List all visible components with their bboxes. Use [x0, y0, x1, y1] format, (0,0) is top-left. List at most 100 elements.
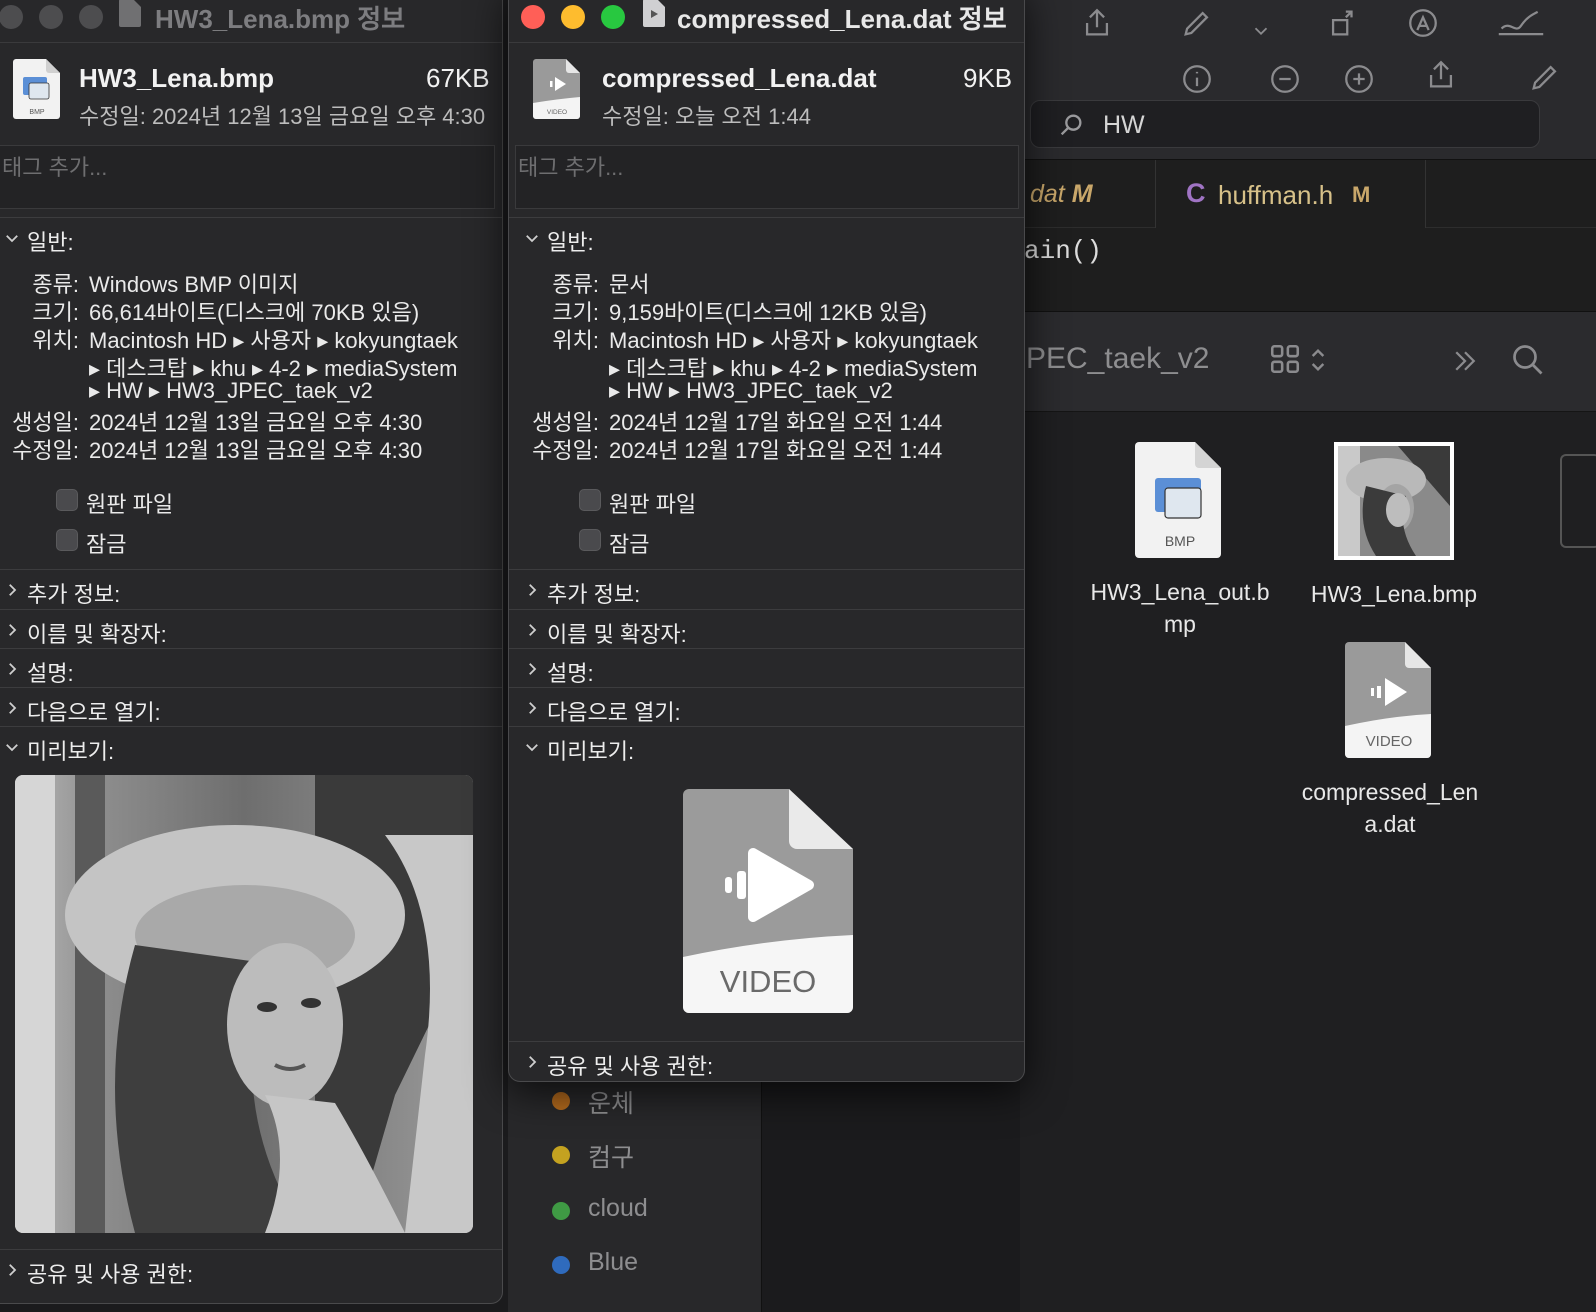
file-item-hw3-lena[interactable]: HW3_Lena.bmp	[1296, 442, 1492, 610]
finder-toolbar: PEC_taek_v2	[1020, 312, 1596, 412]
section-sharing[interactable]: 공유 및 사용 권한:	[0, 1253, 502, 1291]
info-window-dat: compressed_Lena.dat 정보 VIDEO compressed_…	[508, 0, 1025, 1082]
more-chevrons-icon[interactable]	[1450, 346, 1480, 376]
section-open-with[interactable]: 다음으로 열기:	[509, 691, 1024, 729]
tag-color-dot	[552, 1146, 570, 1164]
chevron-right-icon	[529, 584, 537, 596]
pencil-icon[interactable]	[1180, 6, 1214, 40]
stationery-checkbox[interactable]: 원판 파일	[579, 487, 779, 517]
section-name-extension[interactable]: 이름 및 확장자:	[509, 613, 1024, 651]
section-comments[interactable]: 설명:	[0, 652, 502, 690]
tags-field[interactable]: 태그 추가...	[0, 145, 495, 209]
close-button[interactable]	[0, 5, 23, 29]
search-input[interactable]: HW	[1103, 111, 1145, 140]
tag-color-dot	[552, 1202, 570, 1220]
file-size: 9KB	[963, 63, 1013, 93]
chevron-down-icon	[6, 744, 18, 752]
code-editor[interactable]: ain()	[1020, 228, 1596, 312]
tags-placeholder: 태그 추가...	[2, 155, 108, 180]
modified-date: 수정일: 오늘 오전 1:44	[602, 104, 811, 129]
minimize-button[interactable]	[39, 5, 63, 29]
search-icon[interactable]	[1510, 342, 1546, 378]
chevron-down-icon[interactable]	[1250, 14, 1272, 48]
bmp-file-icon: BMP	[1135, 442, 1221, 558]
close-button[interactable]	[521, 5, 545, 29]
svg-text:VIDEO: VIDEO	[547, 109, 567, 116]
bmp-file-icon: BMP	[13, 59, 60, 119]
document-icon	[119, 0, 141, 27]
section-sharing[interactable]: 공유 및 사용 권한:	[509, 1045, 1024, 1081]
file-name: compressed_Len	[1301, 779, 1479, 805]
zoom-in-icon[interactable]	[1342, 62, 1376, 96]
chevron-down-icon	[526, 235, 538, 243]
file-item-hw3-lena-out[interactable]: BMP HW3_Lena_out.b mp	[1080, 442, 1280, 640]
grid-view-icon[interactable]	[1268, 342, 1302, 376]
where-continued: ▸ HW ▸ HW3_JPEC_taek_v2	[89, 378, 373, 403]
lena-thumbnail	[1334, 442, 1454, 560]
zoom-out-icon[interactable]	[1268, 62, 1302, 96]
image-preview	[15, 775, 473, 1233]
section-general[interactable]: 일반:	[509, 221, 1024, 259]
share-icon[interactable]	[1080, 6, 1114, 40]
tab-dat[interactable]: dat M	[1020, 160, 1156, 228]
locked-checkbox[interactable]: 잠금	[56, 527, 256, 557]
search-field[interactable]: HW	[1030, 100, 1540, 148]
window-titlebar: HW3_Lena.bmp 정보	[0, 0, 502, 43]
chevron-right-icon	[9, 1264, 17, 1276]
svg-text:VIDEO: VIDEO	[720, 964, 816, 999]
editor-tab-bar: dat M C huffman.h M	[1020, 160, 1596, 228]
preview-toolbar: HW	[1020, 0, 1596, 160]
chevron-right-icon	[9, 624, 17, 636]
section-open-with[interactable]: 다음으로 열기:	[0, 691, 502, 729]
chevron-right-icon	[9, 584, 17, 596]
tab-label: huffman.h	[1218, 180, 1334, 210]
file-name: HW3_Lena.bmp	[1310, 581, 1478, 607]
info-window-bmp: HW3_Lena.bmp 정보 BMP HW3_Lena.bmp 67KB 수정…	[0, 0, 503, 1304]
c-language-icon: C	[1186, 178, 1206, 208]
folder-title: PEC_taek_v2	[1026, 342, 1210, 375]
section-more-info[interactable]: 추가 정보:	[509, 573, 1024, 611]
section-general[interactable]: 일반:	[0, 221, 502, 259]
tag-color-dot	[552, 1092, 570, 1110]
markup-icon[interactable]	[1406, 6, 1440, 40]
tags-field[interactable]: 태그 추가...	[515, 145, 1019, 209]
section-more-info[interactable]: 추가 정보:	[0, 573, 502, 611]
zoom-button[interactable]	[601, 5, 625, 29]
background-app: HW dat M C huffman.h M ain() PEC_taek_v2…	[1020, 0, 1596, 1312]
section-comments[interactable]: 설명:	[509, 652, 1024, 690]
tags-placeholder: 태그 추가...	[518, 155, 624, 180]
window-title: HW3_Lena.bmp 정보	[155, 4, 406, 34]
chevron-right-icon	[9, 702, 17, 714]
share-icon[interactable]	[1424, 58, 1458, 92]
chevron-right-icon	[9, 663, 17, 675]
file-name: compressed_Lena.dat	[602, 63, 877, 93]
chevron-down-icon	[526, 744, 538, 752]
video-file-icon: VIDEO	[533, 59, 580, 119]
file-size: 67KB	[426, 63, 490, 93]
section-name-extension[interactable]: 이름 및 확장자:	[0, 613, 502, 651]
info-icon[interactable]	[1180, 62, 1214, 96]
svg-text:BMP: BMP	[1165, 533, 1195, 549]
section-preview[interactable]: 미리보기:	[509, 730, 1024, 768]
signature-icon[interactable]	[1496, 6, 1546, 40]
search-icon	[1057, 111, 1085, 139]
pencil-icon[interactable]	[1528, 60, 1562, 94]
sort-chevrons-icon[interactable]	[1308, 344, 1328, 376]
rotate-icon[interactable]	[1326, 6, 1360, 40]
document-icon	[643, 0, 665, 27]
tab-huffman-h[interactable]: C huffman.h M	[1156, 160, 1426, 228]
file-header: VIDEO compressed_Lena.dat 9KB 수정일: 오늘 오전…	[509, 43, 1024, 133]
chevron-right-icon	[529, 663, 537, 675]
video-file-icon: VIDEO	[1345, 642, 1431, 758]
where-continued: ▸ HW ▸ HW3_JPEC_taek_v2	[609, 378, 893, 403]
file-item-compressed-lena[interactable]: VIDEO compressed_Len a.dat	[1290, 642, 1490, 840]
svg-text:VIDEO: VIDEO	[1366, 733, 1413, 750]
locked-checkbox[interactable]: 잠금	[579, 527, 779, 557]
section-preview[interactable]: 미리보기:	[0, 730, 502, 768]
zoom-button[interactable]	[79, 5, 103, 29]
minimize-button[interactable]	[561, 5, 585, 29]
chevron-right-icon	[529, 1056, 537, 1068]
stationery-checkbox[interactable]: 원판 파일	[56, 487, 256, 517]
scroll-edge	[1560, 454, 1596, 548]
video-preview-icon: VIDEO	[683, 789, 853, 1013]
